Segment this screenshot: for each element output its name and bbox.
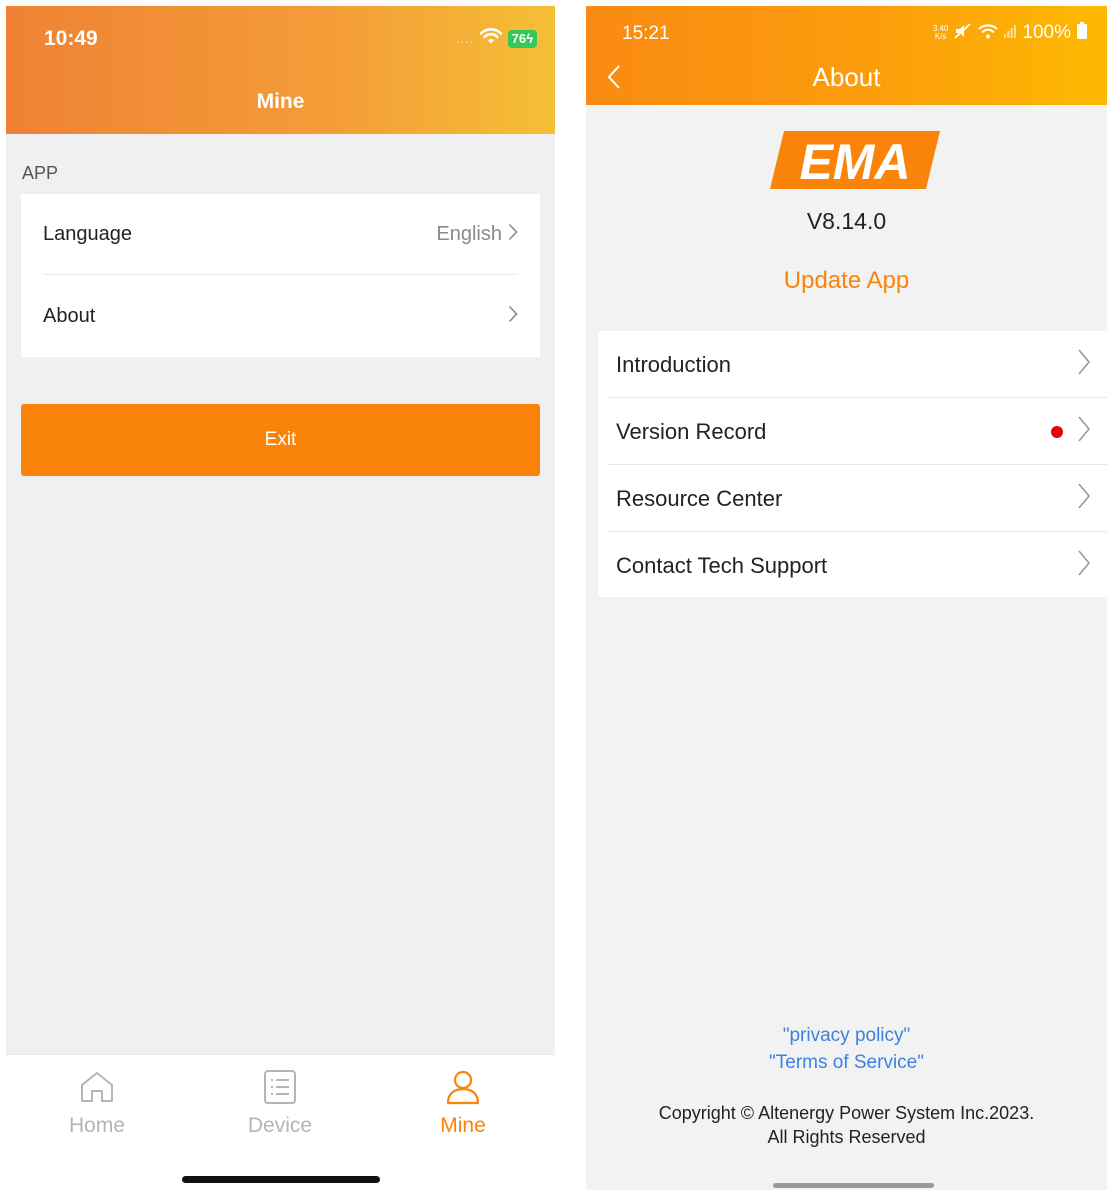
- tab-device[interactable]: Device: [220, 1069, 340, 1138]
- home-icon: [78, 1069, 116, 1110]
- signal-icon: [1004, 24, 1017, 43]
- status-time: 15:21: [622, 23, 670, 44]
- chevron-right-icon: [508, 223, 518, 246]
- privacy-policy-link[interactable]: "privacy policy": [586, 1022, 1107, 1049]
- ema-logo: EMA: [770, 131, 940, 196]
- battery-icon: [1077, 22, 1087, 44]
- logo-text: EMA: [799, 134, 910, 190]
- tab-home-label: Home: [68, 1114, 126, 1137]
- chevron-right-icon: [1077, 348, 1091, 381]
- section-label-app: APP: [22, 163, 59, 183]
- legal-links: "privacy policy" "Terms of Service": [586, 1022, 1107, 1076]
- notification-badge: [1051, 425, 1063, 438]
- chevron-right-icon: [508, 305, 518, 328]
- charging-icon: ϟ: [526, 30, 533, 46]
- menu-item-contact-tech-support[interactable]: Contact Tech Support: [598, 532, 1107, 599]
- battery-percent: 100%: [1022, 22, 1071, 43]
- update-app-button[interactable]: Update App: [586, 267, 1107, 295]
- terms-of-service-link[interactable]: "Terms of Service": [586, 1049, 1107, 1076]
- tab-mine[interactable]: Mine: [403, 1069, 523, 1138]
- copyright-line-1: Copyright © Altenergy Power System Inc.2…: [658, 1103, 1035, 1123]
- tab-bar: Home Device Mine: [6, 1054, 555, 1190]
- about-screen: 15:21 3.40 K/s 100% About EMA V8.14.0 Up…: [586, 6, 1107, 1190]
- language-row[interactable]: Language English: [43, 194, 518, 275]
- exit-button[interactable]: Exit: [21, 404, 540, 476]
- home-indicator: [182, 1176, 380, 1183]
- copyright-line-2: All Rights Reserved: [767, 1127, 926, 1147]
- page-title: Mine: [256, 90, 305, 113]
- tab-mine-label: Mine: [440, 1114, 486, 1137]
- status-indicators: 3.40 K/s 100%: [933, 22, 1087, 44]
- wifi-icon: [479, 28, 502, 49]
- menu-item-label: Introduction: [616, 351, 731, 377]
- person-icon: [445, 1069, 481, 1110]
- chevron-right-icon: [1077, 415, 1091, 448]
- header-bar: 15:21 3.40 K/s 100% About: [586, 6, 1107, 105]
- header-bar: 10:49 .... 76ϟ Mine: [6, 6, 555, 134]
- tab-home[interactable]: Home: [37, 1069, 157, 1138]
- battery-indicator: 76ϟ: [507, 29, 537, 48]
- copyright-text: Copyright © Altenergy Power System Inc.2…: [586, 1101, 1107, 1149]
- menu-item-label: Contact Tech Support: [616, 552, 828, 578]
- list-icon: [263, 1069, 297, 1110]
- menu-item-version-record[interactable]: Version Record: [598, 398, 1107, 465]
- menu-item-label: Resource Center: [616, 485, 783, 511]
- chevron-right-icon: [1077, 549, 1091, 582]
- chevron-right-icon: [1077, 482, 1091, 515]
- page-title: About: [812, 62, 881, 92]
- gesture-bar: [773, 1183, 934, 1188]
- about-menu: Introduction Version Record Resource Cen…: [598, 331, 1107, 597]
- wifi-icon: [978, 23, 999, 44]
- menu-item-resource-center[interactable]: Resource Center: [598, 465, 1107, 532]
- about-label: About: [43, 305, 96, 327]
- net-speed: 3.40 K/s: [932, 24, 949, 41]
- settings-card: Language English About: [21, 194, 540, 357]
- mute-icon: [954, 22, 972, 44]
- about-row[interactable]: About: [43, 276, 518, 357]
- status-time: 10:49: [44, 27, 98, 50]
- language-label: Language: [43, 222, 132, 245]
- tab-device-label: Device: [247, 1114, 313, 1137]
- menu-item-introduction[interactable]: Introduction: [598, 331, 1107, 398]
- mine-screen: 10:49 .... 76ϟ Mine APP Language English: [6, 6, 555, 1190]
- language-value: English: [436, 222, 502, 245]
- signal-dots: ....: [456, 31, 474, 46]
- app-version: V8.14.0: [806, 208, 887, 234]
- menu-item-label: Version Record: [616, 418, 767, 444]
- status-indicators: .... 76ϟ: [456, 28, 537, 49]
